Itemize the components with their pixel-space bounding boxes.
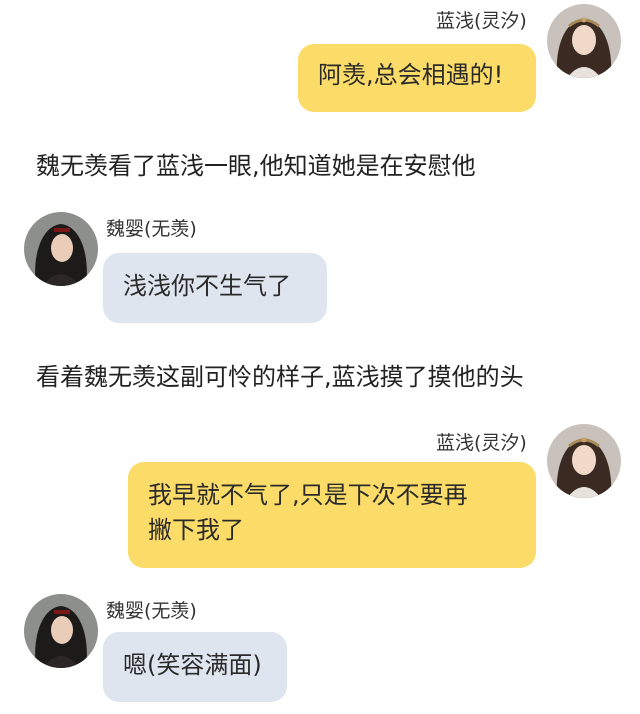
male-avatar-icon[interactable]: [24, 594, 98, 668]
message-text: 嗯(笑容满面): [123, 651, 262, 679]
message-text-line: 撇下我了: [148, 515, 244, 544]
message-bubble: 阿羡,总会相遇的!: [298, 44, 536, 112]
male-avatar-icon[interactable]: [24, 212, 98, 286]
message-bubble: 嗯(笑容满面): [103, 632, 287, 702]
narration-text: 魏无羡看了蓝浅一眼,他知道她是在安慰他: [36, 152, 476, 180]
female-avatar-icon[interactable]: [547, 4, 621, 78]
sender-name: 蓝浅(灵汐): [436, 432, 527, 454]
message-bubble: 浅浅你不生气了: [103, 253, 327, 323]
sender-name: 魏婴(无羡): [106, 218, 197, 240]
message-text-line: 我早就不气了,只是下次不要再: [148, 481, 468, 509]
message-bubble: 我早就不气了,只是下次不要再 撇下我了: [128, 462, 536, 568]
female-avatar-icon[interactable]: [547, 424, 621, 498]
message-text: 阿羡,总会相遇的!: [318, 61, 504, 89]
message-text: 浅浅你不生气了: [123, 272, 291, 300]
narration-text: 看着魏无羡这副可怜的样子,蓝浅摸了摸他的头: [36, 363, 524, 391]
sender-name: 蓝浅(灵汐): [436, 10, 527, 32]
sender-name: 魏婴(无羡): [106, 600, 197, 622]
